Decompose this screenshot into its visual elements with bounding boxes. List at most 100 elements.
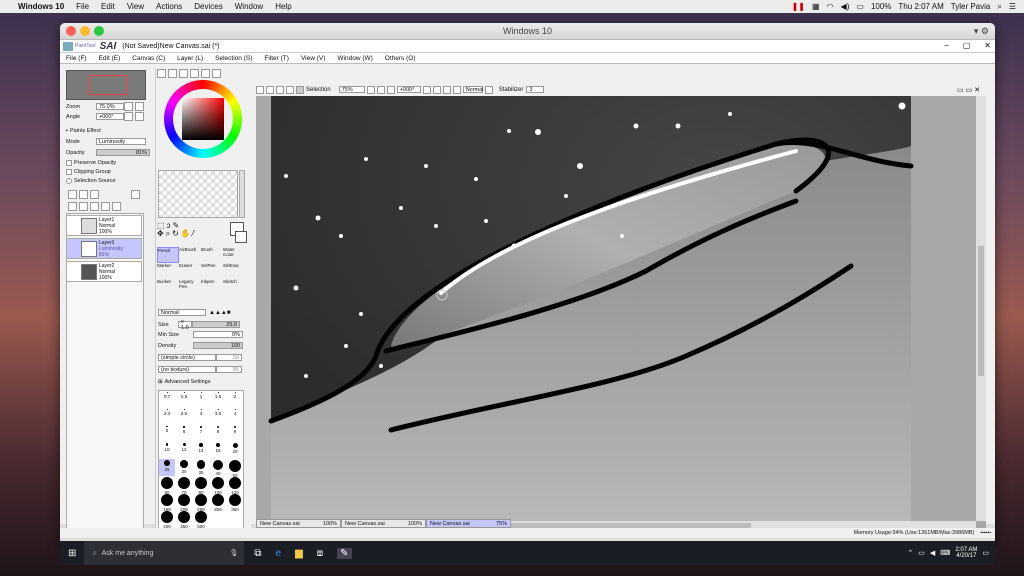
sai-menu-filter[interactable]: Filter (T)	[264, 55, 289, 62]
size-slider[interactable]: 25.0	[192, 321, 240, 328]
input-icon[interactable]: ⌨	[940, 549, 950, 557]
brush-size-cell[interactable]: 2.6	[176, 408, 192, 425]
sai-menu-canvas[interactable]: Canvas (C)	[132, 55, 165, 62]
layer-item-2[interactable]: Layer2 Normal 100%	[66, 261, 142, 282]
tool-pencil[interactable]: Pencil	[157, 247, 179, 263]
network-icon[interactable]: ▭	[918, 549, 925, 557]
drawing-canvas[interactable]	[256, 96, 986, 536]
menu-actions[interactable]: Actions	[156, 2, 182, 11]
brush-size-cell[interactable]: 0.8	[176, 391, 192, 408]
brush-texture-value[interactable]: 95	[216, 366, 242, 373]
saturation-value-square[interactable]	[182, 98, 224, 140]
tool-selpen[interactable]: SelPen	[201, 263, 223, 279]
layer-mask-button[interactable]	[131, 190, 140, 199]
tab-canvas-1[interactable]: New Canvas.sai 100%	[256, 519, 341, 528]
brush-size-cell[interactable]: 5	[159, 425, 175, 442]
layer-item-3[interactable]: Layer3 Luminosity 81%	[66, 238, 142, 259]
action-center-icon[interactable]: ▭	[982, 549, 989, 557]
canvas-rotate-reset[interactable]	[442, 85, 451, 94]
brush-size-cell[interactable]: 20	[227, 442, 243, 459]
stabilizer-select[interactable]: 3	[526, 86, 545, 93]
selection-checkbox[interactable]	[296, 85, 304, 94]
brush-size-cell[interactable]: 1.5	[210, 391, 226, 408]
brush-size-cell[interactable]: 25	[159, 459, 175, 476]
new-layer-button[interactable]	[68, 190, 77, 199]
brush-size-cell[interactable]: 400	[159, 510, 175, 529]
tool-bucket[interactable]: Bucket	[157, 279, 179, 295]
scratchpad-button[interactable]	[212, 69, 221, 78]
color-wheel-button[interactable]	[157, 69, 166, 78]
toolbar-undo-button[interactable]	[256, 85, 264, 94]
list-icon[interactable]: ☰	[1009, 2, 1016, 11]
rotate-right-button[interactable]	[135, 112, 144, 121]
sai-close-button[interactable]: ✕	[984, 41, 991, 50]
toolbar-redo-button[interactable]	[266, 85, 274, 94]
canvas-zoom-reset[interactable]	[386, 85, 395, 94]
zoom-field[interactable]: 75.0%	[96, 103, 124, 110]
density-slider[interactable]: 100	[193, 342, 243, 349]
delete-layer-button[interactable]	[90, 202, 99, 211]
brush-size-cell[interactable]: 9	[227, 425, 243, 442]
merge-down-button[interactable]	[79, 202, 88, 211]
tool-sketch[interactable]: Sketch	[223, 279, 245, 295]
minsize-slider[interactable]: 0%	[193, 331, 243, 338]
tool-legacy-pen[interactable]: Legacy Pen	[179, 279, 201, 295]
brush-size-cell[interactable]: 14	[193, 442, 209, 459]
brush-size-cell[interactable]: 60	[159, 476, 175, 495]
tool-airbrush[interactable]: AirBrush	[179, 247, 201, 263]
brush-size-cell[interactable]: 2.3	[159, 408, 175, 425]
brush-blend-select[interactable]: Normal	[158, 309, 206, 316]
clipping-group-checkbox[interactable]: Clipping Group	[66, 169, 111, 175]
menu-help[interactable]: Help	[275, 2, 291, 11]
canvas-area[interactable]	[256, 96, 986, 536]
toolbar-deselect-button[interactable]	[276, 85, 284, 94]
eyedropper-icon[interactable]: ⁄	[193, 230, 194, 238]
canvas-rotate-left[interactable]	[422, 85, 431, 94]
wifi-icon[interactable]: ◠	[827, 2, 834, 11]
tab-canvas-2[interactable]: New Canvas.sai 100%	[341, 519, 426, 528]
brush-shape-buttons[interactable]: ▲▲▲■	[209, 310, 230, 316]
brush-size-cell[interactable]: 6	[176, 425, 192, 442]
sai-menu-selection[interactable]: Selection (S)	[215, 55, 252, 62]
brush-shape-value[interactable]: 50	[216, 354, 242, 361]
brush-size-cell[interactable]: 70	[176, 476, 192, 495]
canvas-rotate-right[interactable]	[432, 85, 441, 94]
tool-marker[interactable]: Marker	[157, 263, 179, 279]
brush-size-cell[interactable]: 100	[210, 476, 226, 495]
navigator-preview[interactable]	[66, 70, 146, 100]
hsv-slider-button[interactable]	[179, 69, 188, 78]
tool-inkpen[interactable]: Inkpen	[201, 279, 223, 295]
tool-watercolor[interactable]: Water Color	[223, 247, 245, 263]
sai-menu-layer[interactable]: Layer (L)	[177, 55, 203, 62]
brush-size-cell[interactable]: 1	[193, 391, 209, 408]
store-icon[interactable]: ⧈	[317, 548, 323, 559]
secondary-color-swatch[interactable]	[235, 231, 247, 243]
brush-size-cell[interactable]: 160	[159, 493, 175, 512]
pause-icon[interactable]: ❚❚	[792, 2, 805, 11]
brush-size-cell[interactable]: 4	[227, 408, 243, 425]
file-explorer-icon[interactable]: ▆	[295, 548, 303, 559]
cortana-search[interactable]: ○ Ask me anything 🎙	[84, 541, 245, 565]
brush-size-cell[interactable]: 500	[193, 510, 209, 529]
battery-icon[interactable]: ▭	[856, 2, 864, 11]
people-icon[interactable]: ⌃	[907, 549, 913, 557]
brush-size-cell[interactable]: 40	[210, 459, 226, 476]
sai-minimize-button[interactable]: –	[944, 41, 948, 50]
search-icon[interactable]: ⌕	[997, 2, 1001, 11]
brush-size-cell[interactable]: 7	[193, 425, 209, 442]
menu-file[interactable]: File	[76, 2, 89, 11]
swatches-button[interactable]	[201, 69, 210, 78]
windows-start-icon[interactable]: ⊞	[68, 548, 76, 559]
canvas-flip[interactable]	[452, 85, 461, 94]
brush-shape-select[interactable]: (simple circle)	[158, 354, 216, 361]
zoom-tool-icon[interactable]: ⌕	[166, 230, 170, 238]
microphone-icon[interactable]: 🎙	[230, 549, 239, 557]
brush-size-cell[interactable]: 2	[227, 391, 243, 408]
mode-select[interactable]: Luminosity	[96, 138, 146, 145]
new-folder-button[interactable]	[90, 190, 99, 199]
selection-source-checkbox[interactable]: Selection Source	[66, 178, 116, 184]
vertical-scroll-thumb[interactable]	[978, 246, 984, 376]
layer-settings-button[interactable]	[112, 202, 121, 211]
tool-seleras[interactable]: SelEras	[223, 263, 245, 279]
opacity-slider[interactable]: 81%	[96, 149, 150, 156]
